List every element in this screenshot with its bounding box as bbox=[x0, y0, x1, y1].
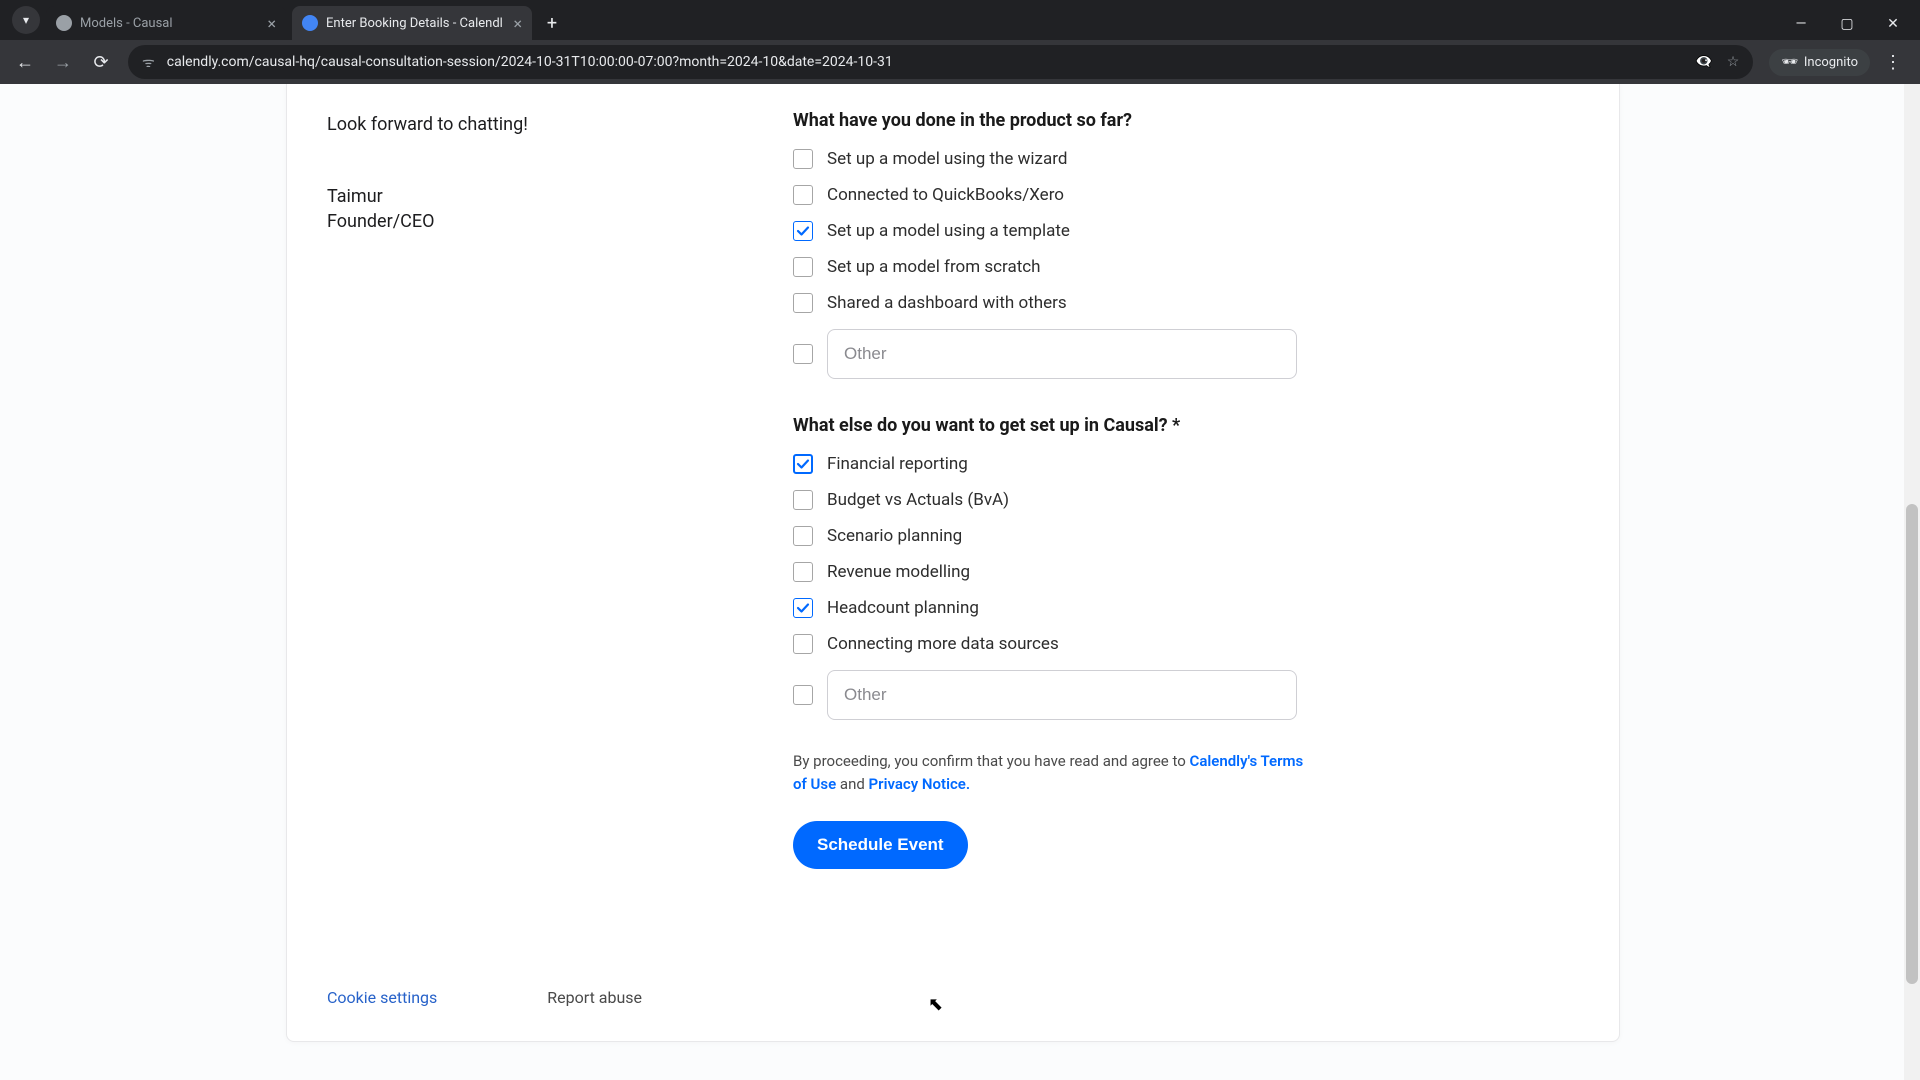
legal-text: By proceeding, you confirm that you have… bbox=[793, 750, 1313, 795]
q1-option-scratch[interactable]: Set up a model from scratch bbox=[793, 257, 1353, 277]
browser-menu-button[interactable]: ⋮ bbox=[1874, 52, 1912, 73]
reload-button[interactable]: ⟳ bbox=[84, 45, 118, 79]
q2-option-bva[interactable]: Budget vs Actuals (BvA) bbox=[793, 490, 1353, 510]
option-label: Connecting more data sources bbox=[827, 634, 1059, 654]
maximize-button[interactable]: ▢ bbox=[1824, 8, 1870, 40]
eye-off-icon[interactable]: 👁‍🗨 bbox=[1695, 54, 1712, 70]
legal-and: and bbox=[840, 775, 869, 793]
report-abuse-link[interactable]: Report abuse bbox=[547, 988, 642, 1007]
url-text: calendly.com/causal-hq/causal-consultati… bbox=[167, 54, 1696, 70]
q2-option-other[interactable] bbox=[793, 670, 1353, 720]
q2-other-input[interactable] bbox=[827, 670, 1297, 720]
option-label: Scenario planning bbox=[827, 526, 962, 546]
q2-option-data-sources[interactable]: Connecting more data sources bbox=[793, 634, 1353, 654]
checkbox[interactable] bbox=[793, 685, 813, 705]
favicon-icon bbox=[302, 15, 318, 31]
back-button[interactable]: ← bbox=[8, 45, 42, 79]
incognito-indicator[interactable]: 🕶 Incognito bbox=[1769, 49, 1870, 76]
signature-title: Founder/CEO bbox=[327, 211, 727, 232]
vertical-scrollbar[interactable] bbox=[1904, 84, 1920, 1080]
checkbox[interactable] bbox=[793, 185, 813, 205]
browser-toolbar: ← → ⟳ ᯤ calendly.com/causal-hq/causal-co… bbox=[0, 40, 1920, 84]
booking-card: Look forward to chatting! Taimur Founder… bbox=[286, 84, 1620, 1042]
q2-option-headcount-planning[interactable]: Headcount planning bbox=[793, 598, 1353, 618]
option-label: Set up a model using the wizard bbox=[827, 149, 1067, 169]
legal-prefix: By proceeding, you confirm that you have… bbox=[793, 752, 1190, 770]
checkbox[interactable] bbox=[793, 598, 813, 618]
signature-name: Taimur bbox=[327, 186, 727, 207]
q1-option-wizard[interactable]: Set up a model using the wizard bbox=[793, 149, 1353, 169]
tab-strip: ▾ Models - Causal × Enter Booking Detail… bbox=[0, 0, 1920, 40]
question-2-text: What else do you want to get set up in C… bbox=[793, 415, 1180, 436]
option-label: Revenue modelling bbox=[827, 562, 970, 582]
q1-other-input[interactable] bbox=[827, 329, 1297, 379]
tab-calendly-booking[interactable]: Enter Booking Details - Calendl × bbox=[292, 6, 532, 40]
incognito-label: Incognito bbox=[1804, 55, 1858, 70]
address-bar[interactable]: ᯤ calendly.com/causal-hq/causal-consulta… bbox=[128, 45, 1753, 79]
tab-search-button[interactable]: ▾ bbox=[12, 6, 40, 34]
q2-option-financial-reporting[interactable]: Financial reporting bbox=[793, 454, 1353, 474]
tab-title: Enter Booking Details - Calendl bbox=[326, 16, 507, 31]
favicon-icon bbox=[56, 15, 72, 31]
checkbox[interactable] bbox=[793, 221, 813, 241]
site-info-icon[interactable]: ᯤ bbox=[142, 53, 155, 72]
checkbox[interactable] bbox=[793, 293, 813, 313]
event-summary: Look forward to chatting! Taimur Founder… bbox=[327, 112, 727, 232]
tab-title: Models - Causal bbox=[80, 16, 261, 31]
q2-option-scenario-planning[interactable]: Scenario planning bbox=[793, 526, 1353, 546]
checkbox[interactable] bbox=[793, 562, 813, 582]
option-label: Financial reporting bbox=[827, 454, 968, 474]
checkbox[interactable] bbox=[793, 454, 813, 474]
incognito-icon: 🕶 bbox=[1781, 55, 1798, 70]
tab-models-causal[interactable]: Models - Causal × bbox=[46, 6, 286, 40]
new-tab-button[interactable]: + bbox=[538, 9, 566, 37]
close-icon[interactable]: × bbox=[513, 14, 522, 33]
q1-option-template[interactable]: Set up a model using a template bbox=[793, 221, 1353, 241]
intro-text: Look forward to chatting! bbox=[327, 112, 727, 138]
card-footer-links: Cookie settings Report abuse bbox=[327, 988, 727, 1007]
q2-option-revenue-modelling[interactable]: Revenue modelling bbox=[793, 562, 1353, 582]
forward-button[interactable]: → bbox=[46, 45, 80, 79]
booking-form: What have you done in the product so far… bbox=[793, 110, 1353, 869]
bookmark-icon[interactable]: ☆ bbox=[1727, 54, 1740, 70]
page-viewport: Look forward to chatting! Taimur Founder… bbox=[0, 84, 1920, 1080]
checkbox[interactable] bbox=[793, 149, 813, 169]
question-1-label: What have you done in the product so far… bbox=[793, 110, 1353, 131]
option-label: Budget vs Actuals (BvA) bbox=[827, 490, 1009, 510]
option-label: Headcount planning bbox=[827, 598, 979, 618]
checkbox[interactable] bbox=[793, 344, 813, 364]
q1-option-other[interactable] bbox=[793, 329, 1353, 379]
window-controls: ― ▢ ✕ bbox=[1778, 8, 1920, 40]
q1-option-shared-dashboard[interactable]: Shared a dashboard with others bbox=[793, 293, 1353, 313]
close-window-button[interactable]: ✕ bbox=[1870, 8, 1916, 40]
option-label: Connected to QuickBooks/Xero bbox=[827, 185, 1064, 205]
option-label: Set up a model using a template bbox=[827, 221, 1070, 241]
checkbox[interactable] bbox=[793, 490, 813, 510]
checkbox[interactable] bbox=[793, 526, 813, 546]
option-label: Shared a dashboard with others bbox=[827, 293, 1067, 313]
checkbox[interactable] bbox=[793, 634, 813, 654]
minimize-button[interactable]: ― bbox=[1778, 8, 1824, 40]
schedule-event-button[interactable]: Schedule Event bbox=[793, 821, 968, 869]
scroll-thumb[interactable] bbox=[1906, 504, 1918, 984]
question-2-label: What else do you want to get set up in C… bbox=[793, 415, 1353, 436]
option-label: Set up a model from scratch bbox=[827, 257, 1041, 277]
close-icon[interactable]: × bbox=[267, 14, 276, 33]
cookie-settings-link[interactable]: Cookie settings bbox=[327, 988, 437, 1007]
checkbox[interactable] bbox=[793, 257, 813, 277]
q1-option-quickbooks[interactable]: Connected to QuickBooks/Xero bbox=[793, 185, 1353, 205]
privacy-link[interactable]: Privacy Notice. bbox=[869, 775, 971, 793]
